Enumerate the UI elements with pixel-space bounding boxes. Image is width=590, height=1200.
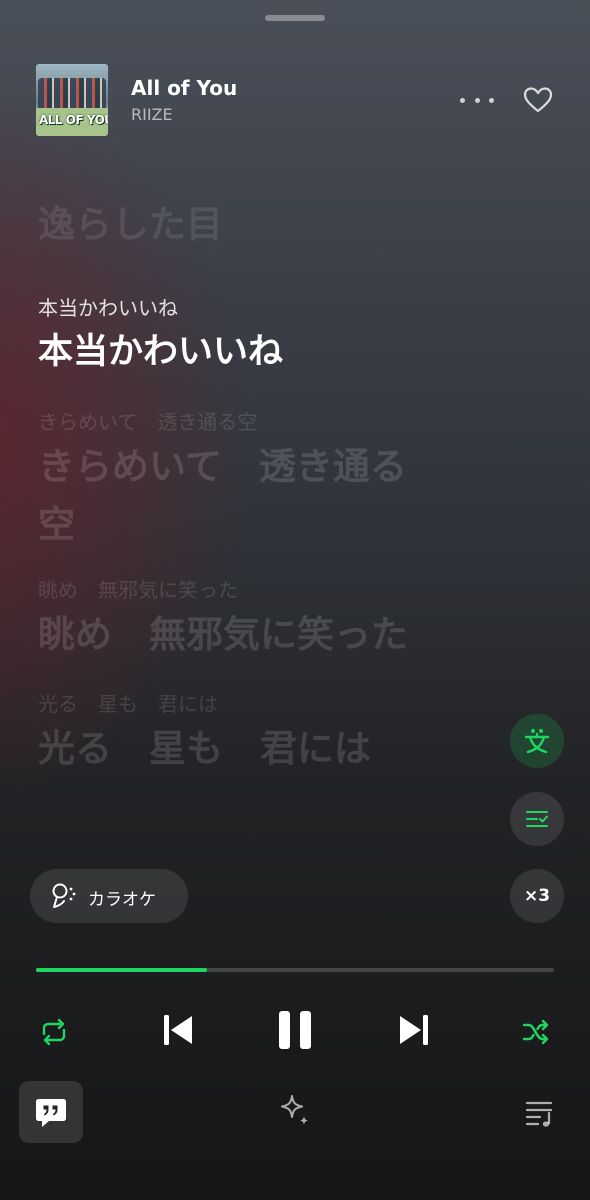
repeat-icon: [42, 1018, 66, 1046]
now-playing-header: ALL OF YOU All of You RIIZE: [36, 64, 556, 136]
pause-button[interactable]: [272, 1004, 318, 1056]
queue-button[interactable]: [520, 1094, 558, 1132]
album-art[interactable]: ALL OF YOU: [36, 64, 108, 136]
lyric-line-upcoming-cont[interactable]: 空: [38, 496, 518, 554]
lyric-reading-upcoming: きらめいて 透き通る空: [38, 410, 258, 434]
lyric-line-upcoming[interactable]: 光る 星も 君には: [38, 720, 518, 778]
repeat-button[interactable]: [34, 1012, 74, 1052]
pause-icon: [279, 1011, 311, 1049]
next-button[interactable]: [392, 1008, 436, 1052]
lyrics-list-button[interactable]: [510, 792, 564, 846]
lyric-reading-upcoming: 光る 星も 君には: [38, 692, 218, 716]
lyric-reading-upcoming: 眺め 無邪気に笑った: [38, 578, 238, 602]
microphone-icon: [52, 883, 76, 908]
karaoke-label: カラオケ: [88, 890, 156, 910]
lyric-line-upcoming[interactable]: 眺め 無邪気に笑った: [38, 606, 518, 664]
next-track-icon: [400, 1015, 428, 1045]
speed-label: ×3: [523, 886, 551, 906]
karaoke-button[interactable]: カラオケ: [30, 869, 188, 923]
lyric-line-previous[interactable]: 逸らした目: [38, 196, 518, 254]
progress-fill: [36, 968, 207, 972]
lyric-line-active[interactable]: 本当かわいいね: [38, 326, 518, 378]
track-title[interactable]: All of You: [131, 76, 237, 100]
lyric-line-upcoming[interactable]: きらめいて 透き通る: [38, 438, 518, 496]
shuffle-icon: [522, 1019, 549, 1045]
chat-button[interactable]: [19, 1081, 83, 1143]
quote-bubble-icon: [36, 1099, 66, 1127]
more-dots-icon[interactable]: [460, 88, 494, 112]
previous-button[interactable]: [156, 1008, 200, 1052]
sparkle-button[interactable]: [274, 1090, 316, 1132]
speed-button[interactable]: ×3: [510, 869, 564, 923]
queue-icon: [525, 1101, 553, 1127]
lyric-reading-active: 本当かわいいね: [38, 296, 178, 320]
lyrics-panel: 逸らした目 本当かわいいね 本当かわいいね きらめいて 透き通る空 きらめいて …: [38, 196, 518, 778]
progress-bar[interactable]: [36, 968, 554, 972]
translate-icon: [524, 729, 550, 754]
sparkle-icon: [281, 1095, 308, 1125]
translate-button[interactable]: [510, 714, 564, 768]
album-logo-text: ALL OF YOU: [39, 113, 108, 127]
track-artist[interactable]: RIIZE: [131, 105, 173, 124]
heart-icon[interactable]: [522, 84, 554, 116]
previous-track-icon: [164, 1015, 192, 1045]
sheet-grab-handle[interactable]: [265, 15, 325, 21]
shuffle-button[interactable]: [516, 1012, 556, 1052]
lyrics-list-icon: [526, 811, 548, 827]
